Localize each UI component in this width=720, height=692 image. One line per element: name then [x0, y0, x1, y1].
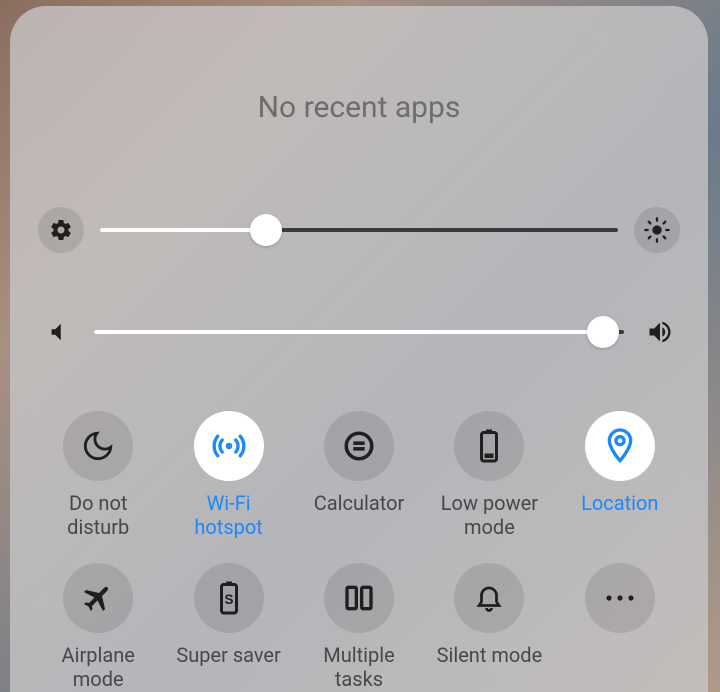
brightness-high-icon [634, 207, 680, 253]
toggle-label: Low power mode [441, 491, 538, 539]
svg-text:S: S [224, 592, 233, 607]
toggle-label: Multiple tasks [323, 643, 394, 691]
toggle-location[interactable]: Location [560, 411, 680, 539]
toggle-silent[interactable]: Silent mode [429, 563, 549, 691]
recents-title: No recent apps [38, 90, 680, 125]
toggles-grid: Do not disturb Wi-Fi hotspot Calculator … [38, 411, 680, 691]
brightness-slider[interactable] [100, 214, 618, 246]
volume-slider-row [38, 309, 680, 355]
more-icon [585, 563, 655, 633]
brightness-fill [100, 228, 266, 232]
toggle-calculator[interactable]: Calculator [299, 411, 419, 539]
brightness-thumb[interactable] [250, 214, 282, 246]
toggle-hotspot[interactable]: Wi-Fi hotspot [168, 411, 288, 539]
volume-high-icon [640, 309, 680, 355]
battery-icon [454, 411, 524, 481]
toggle-label: Location [581, 491, 658, 539]
gear-icon[interactable] [38, 207, 84, 253]
calculator-icon [324, 411, 394, 481]
toggle-label: Airplane mode [62, 643, 135, 691]
toggle-multitask[interactable]: Multiple tasks [299, 563, 419, 691]
toggle-label: Super saver [176, 643, 280, 691]
split-icon [324, 563, 394, 633]
toggle-more[interactable] [560, 563, 680, 691]
toggle-label: Silent mode [437, 643, 543, 691]
quick-settings-panel: No recent apps Do [10, 6, 708, 692]
toggle-supersaver[interactable]: S Super saver [168, 563, 288, 691]
location-icon [585, 411, 655, 481]
hotspot-icon [194, 411, 264, 481]
brightness-slider-row [38, 207, 680, 253]
volume-thumb[interactable] [587, 316, 619, 348]
toggle-dnd[interactable]: Do not disturb [38, 411, 158, 539]
airplane-icon [63, 563, 133, 633]
toggle-label: Do not disturb [67, 491, 129, 539]
bell-icon [454, 563, 524, 633]
toggle-label: Calculator [314, 491, 405, 539]
volume-slider[interactable] [94, 316, 624, 348]
battery-s-icon: S [194, 563, 264, 633]
volume-low-icon [38, 309, 78, 355]
toggle-airplane[interactable]: Airplane mode [38, 563, 158, 691]
moon-icon [63, 411, 133, 481]
volume-fill [94, 330, 603, 334]
toggle-label: Wi-Fi hotspot [194, 491, 262, 539]
toggle-lowpower[interactable]: Low power mode [429, 411, 549, 539]
